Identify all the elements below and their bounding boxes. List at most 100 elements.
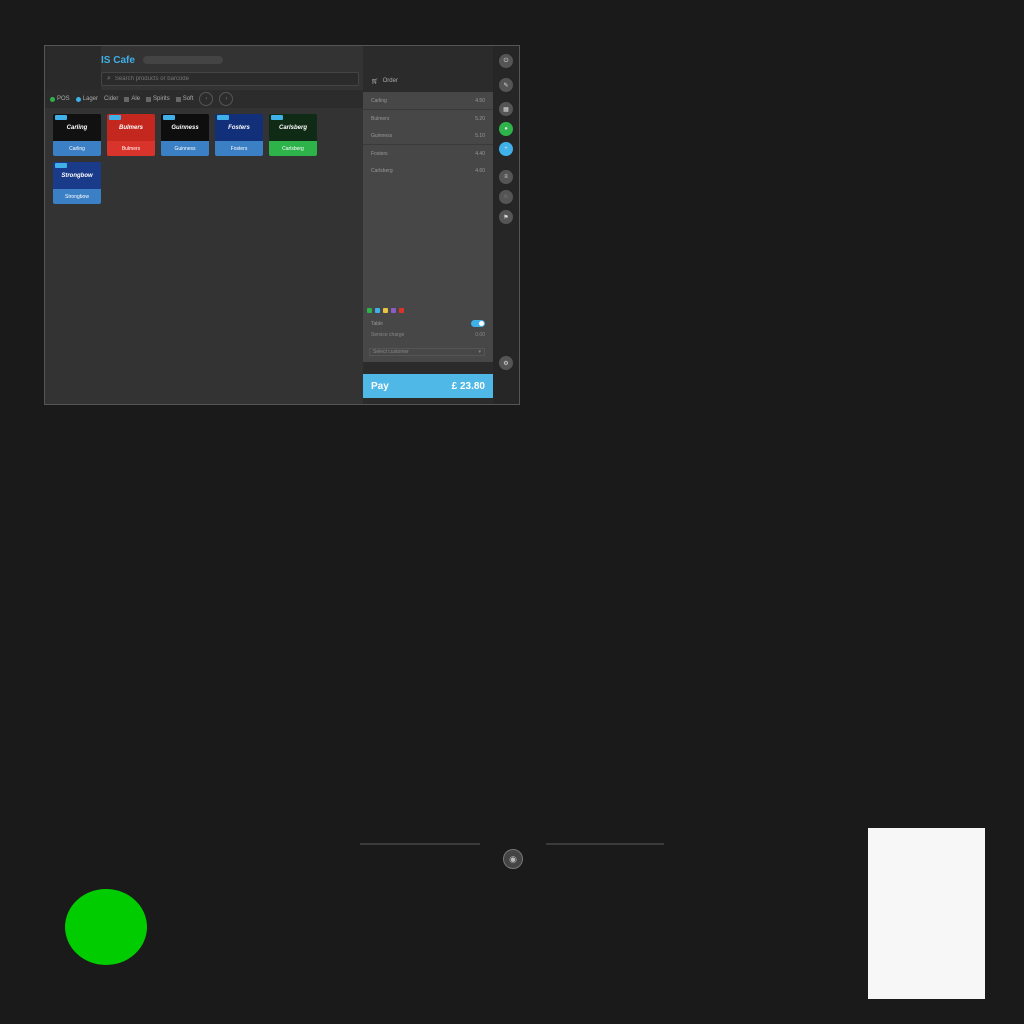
- product-card-carling[interactable]: Carling Carling: [53, 114, 101, 156]
- product-card-carlsberg[interactable]: Carlsberg Carlsberg: [269, 114, 317, 156]
- pos-dot-icon: [50, 96, 55, 102]
- product-brand: Bulmers: [118, 124, 143, 131]
- chip[interactable]: [367, 308, 372, 313]
- flag-icon[interactable]: ⚑: [499, 210, 513, 224]
- order-line[interactable]: Guinness 5.10: [363, 127, 493, 145]
- settings-icon[interactable]: ⚙: [499, 356, 513, 370]
- soft-square-icon: [175, 96, 181, 102]
- order-line[interactable]: Carlsberg 4.60: [363, 162, 493, 179]
- tab-soft[interactable]: Soft: [175, 96, 194, 102]
- left-rail: [45, 46, 101, 90]
- product-image: Bulmers: [107, 114, 155, 141]
- line-name: Guinness: [371, 132, 393, 139]
- product-image: Carling: [53, 114, 101, 141]
- tab-label: Soft: [182, 96, 194, 102]
- user-add-icon[interactable]: +: [499, 142, 513, 156]
- promo-tag: [55, 115, 67, 120]
- toggle-label: Table: [371, 320, 383, 327]
- product-area: IS Cafe ⌕ POS Lager Cider Ale Spirits So…: [45, 46, 363, 404]
- order-line[interactable]: Carling 4.50: [363, 92, 493, 110]
- tab-label: POS: [57, 96, 70, 102]
- product-label: Strongbow: [53, 189, 101, 204]
- chip[interactable]: [399, 308, 404, 313]
- chat-icon[interactable]: ◌: [499, 190, 513, 204]
- grid-icon[interactable]: ▦: [499, 102, 513, 116]
- line-name: Carling: [371, 97, 387, 104]
- product-card-bulmers[interactable]: Bulmers Bulmers: [107, 114, 155, 156]
- line-price: 5.20: [475, 115, 485, 122]
- product-label: Guinness: [161, 141, 209, 156]
- line-name: Bulmers: [371, 115, 390, 122]
- product-card-strongbow[interactable]: Strongbow Strongbow: [53, 162, 101, 204]
- lager-dot-icon: [75, 96, 81, 102]
- edit-icon[interactable]: ✎: [499, 78, 513, 92]
- pay-button[interactable]: Pay £ 23.80: [363, 374, 493, 398]
- tab-ale[interactable]: Ale: [124, 96, 140, 102]
- status-indicator: [65, 889, 147, 965]
- line-price: 5.10: [475, 132, 485, 139]
- order-panel: 🛒︎ Order Carling 4.50 Bulmers 5.20 Guinnes…: [363, 46, 493, 404]
- user-icon[interactable]: ●: [499, 122, 513, 136]
- line-price: 4.40: [475, 150, 485, 157]
- product-brand: Guinness: [171, 124, 199, 131]
- customer-dropdown[interactable]: Select customer ▾: [369, 348, 485, 356]
- ale-square-icon: [124, 96, 130, 102]
- cart-icon: 🛒︎: [371, 78, 379, 85]
- promo-tag: [55, 163, 67, 168]
- table-toggle[interactable]: [471, 320, 485, 327]
- promo-tag: [271, 115, 283, 120]
- next-page-button[interactable]: ›: [219, 92, 234, 106]
- prev-page-button[interactable]: ‹: [199, 92, 214, 106]
- order-line[interactable]: Fosters 4.40: [363, 145, 493, 162]
- line-name: Fosters: [371, 150, 388, 157]
- pay-label: Pay: [371, 380, 389, 392]
- line-name: Carlsberg: [371, 167, 393, 174]
- product-card-guinness[interactable]: Guinness Guinness: [161, 114, 209, 156]
- receipt-icon[interactable]: ≡: [499, 170, 513, 184]
- product-brand: Carlsberg: [278, 124, 307, 131]
- tab-label: Spirits: [153, 96, 170, 102]
- order-line[interactable]: Bulmers 5.20: [363, 110, 493, 127]
- category-tabs: POS Lager Cider Ale Spirits Soft ‹ ›: [45, 90, 363, 108]
- search-icon: ⌕: [107, 75, 111, 82]
- product-image: Carlsberg: [269, 114, 317, 141]
- product-label: Carlsberg: [269, 141, 317, 156]
- search-input[interactable]: [114, 76, 315, 82]
- chevron-down-icon: ▾: [478, 349, 481, 355]
- title-pill: [142, 56, 223, 64]
- chip[interactable]: [383, 308, 388, 313]
- product-brand: Fosters: [228, 124, 250, 131]
- product-image: Fosters: [215, 114, 263, 141]
- service-label: Service charge: [371, 332, 405, 338]
- chip[interactable]: [391, 308, 396, 313]
- pay-amount: £ 23.80: [451, 380, 485, 392]
- product-label: Carling: [53, 141, 101, 156]
- color-chips: [367, 308, 404, 313]
- product-label: Fosters: [215, 141, 263, 156]
- camera-icon[interactable]: ◉: [503, 849, 523, 869]
- power-icon[interactable]: ⏻: [499, 54, 513, 68]
- line-price: 4.50: [475, 97, 485, 104]
- title-bar: IS Cafe: [101, 52, 361, 68]
- product-card-fosters[interactable]: Fosters Fosters: [215, 114, 263, 156]
- spirits-square-icon: [146, 96, 152, 102]
- tab-pos[interactable]: POS: [50, 96, 70, 102]
- product-image: Strongbow: [53, 162, 101, 189]
- home-line-right: [546, 843, 664, 845]
- tab-label: Cider: [104, 96, 119, 102]
- tab-cider[interactable]: Cider: [104, 96, 118, 102]
- line-price: 4.60: [475, 167, 485, 174]
- home-line-left: [360, 843, 480, 845]
- chip[interactable]: [375, 308, 380, 313]
- service-value: 0.00: [475, 332, 485, 338]
- product-image: Guinness: [161, 114, 209, 141]
- search-bar[interactable]: ⌕: [101, 72, 359, 86]
- tab-lager[interactable]: Lager: [75, 96, 98, 102]
- product-label: Bulmers: [107, 141, 155, 156]
- order-header: 🛒︎ Order: [363, 70, 493, 92]
- pos-window: IS Cafe ⌕ POS Lager Cider Ale Spirits So…: [44, 45, 520, 405]
- tab-spirits[interactable]: Spirits: [146, 96, 170, 102]
- promo-tag: [163, 115, 175, 120]
- tab-label: Ale: [131, 96, 141, 102]
- side-icon-strip: ⏻ ✎ ▦ ● + ≡ ◌ ⚑ ⚙: [493, 46, 519, 404]
